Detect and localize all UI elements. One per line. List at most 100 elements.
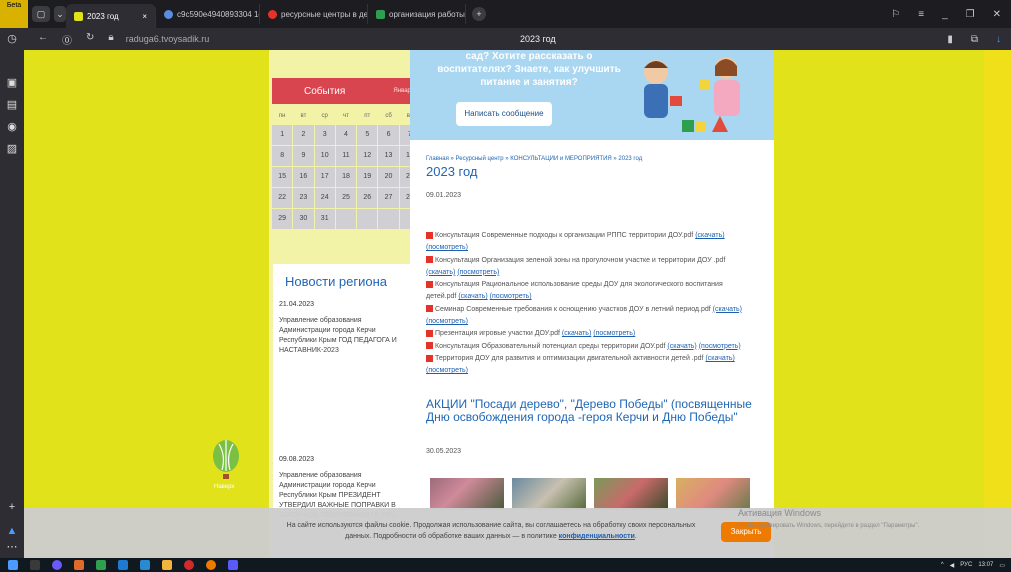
app-icon[interactable]	[52, 560, 62, 570]
notifications-icon[interactable]: ▭	[999, 562, 1005, 569]
calendar-day[interactable]: 16	[293, 167, 314, 187]
tray-arrow-icon[interactable]: ^	[941, 562, 944, 568]
scroll-top-balloon-icon[interactable]	[210, 440, 242, 490]
view-link[interactable]: (посмотреть)	[699, 343, 741, 350]
calendar-day[interactable]: 9	[293, 146, 314, 166]
download-icon[interactable]: ↓	[996, 34, 1001, 45]
calendar-day[interactable]: 10	[314, 146, 335, 166]
speaker-icon[interactable]: ◀	[950, 562, 955, 569]
app-icon[interactable]	[206, 560, 216, 570]
calendar-day[interactable]: 8	[272, 146, 293, 166]
view-link[interactable]: (посмотреть)	[490, 293, 532, 300]
calendar-day[interactable]: 18	[335, 167, 357, 187]
download-link[interactable]: (скачать)	[562, 330, 591, 337]
view-link[interactable]: (посмотреть)	[426, 367, 468, 374]
menu-icon[interactable]: ≡	[918, 9, 924, 20]
app-icon[interactable]	[184, 560, 194, 570]
sidebar-add-icon[interactable]: +	[0, 496, 24, 518]
start-icon[interactable]	[8, 560, 18, 570]
calendar-day[interactable]: 26	[357, 188, 378, 208]
tab-organization[interactable]: организация работы ресу	[368, 4, 466, 24]
calendar-day[interactable]: 24	[314, 188, 335, 208]
calendar-day[interactable]: 6	[378, 125, 399, 145]
scroll-top-label[interactable]: Наверх	[214, 484, 234, 490]
tab-search[interactable]: c9c590e4940893304 1c32a	[156, 4, 260, 24]
view-link[interactable]: (посмотреть)	[426, 318, 468, 325]
minimize-icon[interactable]: _	[942, 9, 948, 20]
download-link[interactable]: (скачать)	[695, 232, 724, 239]
calendar-day[interactable]: 13	[378, 146, 399, 166]
news-text[interactable]: Управление образования Администрации гор…	[273, 308, 419, 356]
close-tab-icon[interactable]: ×	[142, 12, 147, 21]
breadcrumb[interactable]: Главная » Ресурсный центр » КОНСУЛЬТАЦИИ…	[426, 156, 642, 162]
sidebar-app-icon[interactable]: ▣	[0, 72, 24, 94]
calendar-day[interactable]: 20	[378, 167, 399, 187]
pdf-icon	[426, 280, 433, 288]
lang-indicator[interactable]: РУС	[960, 562, 972, 568]
calendar-day[interactable]: 27	[378, 188, 399, 208]
view-link[interactable]: (посмотреть)	[593, 330, 635, 337]
download-link[interactable]: (скачать)	[713, 306, 742, 313]
calendar-day[interactable]: 29	[272, 209, 293, 229]
sidebar-notes-icon[interactable]: ▤	[0, 94, 24, 116]
collections-icon[interactable]: ⚐	[891, 9, 900, 20]
clock[interactable]: 13:07	[978, 562, 993, 569]
photo-thumbnail[interactable]	[512, 478, 586, 510]
taskview-icon[interactable]	[30, 560, 40, 570]
download-link[interactable]: (скачать)	[426, 269, 455, 276]
calendar-day[interactable]: 4	[335, 125, 357, 145]
tab-resource-centers[interactable]: ресурсные центры в детс	[260, 4, 368, 24]
calendar-day[interactable]: 5	[357, 125, 378, 145]
photo-thumbnail[interactable]	[676, 478, 750, 510]
back-icon[interactable]: ←	[38, 32, 48, 47]
news-date: 09.08.2023	[279, 456, 315, 463]
section-heading[interactable]: АКЦИИ "Посади дерево", "Дерево Победы" (…	[426, 398, 756, 424]
calendar-day[interactable]: 1	[272, 125, 293, 145]
reader-icon[interactable]: ⧉	[971, 34, 978, 45]
tabs-menu-button[interactable]: ▢	[32, 6, 50, 22]
download-link[interactable]: (скачать)	[705, 355, 734, 362]
download-link[interactable]: (скачать)	[667, 343, 696, 350]
new-tab-button[interactable]: +	[472, 7, 486, 21]
calendar-day[interactable]: 17	[314, 167, 335, 187]
calendar-day[interactable]: 31	[314, 209, 335, 229]
view-link[interactable]: (посмотреть)	[457, 269, 499, 276]
reload-icon[interactable]: ↻	[86, 32, 94, 47]
system-tray: ^ ◀ РУС 13:07 ▭	[941, 562, 1011, 569]
app-icon[interactable]	[140, 560, 150, 570]
privacy-link[interactable]: конфиденциальности	[559, 533, 635, 540]
children-illustration	[644, 57, 740, 132]
url-field[interactable]: raduga6.tvoysadik.ru	[126, 34, 210, 44]
sidebar-more-icon[interactable]: ⋯	[0, 536, 24, 558]
tab-2023[interactable]: 2023 год ×	[66, 4, 156, 28]
photo-thumbnail[interactable]	[430, 478, 504, 510]
calendar-day[interactable]: 2	[293, 125, 314, 145]
app-icon[interactable]	[162, 560, 172, 570]
close-window-icon[interactable]: ✕	[993, 9, 1001, 20]
photo-thumbnail[interactable]	[594, 478, 668, 510]
calendar-day[interactable]: 19	[357, 167, 378, 187]
download-link[interactable]: (скачать)	[458, 293, 487, 300]
calendar-day[interactable]: 15	[272, 167, 293, 187]
calendar-day[interactable]: 23	[293, 188, 314, 208]
app-icon[interactable]	[74, 560, 84, 570]
sidebar-play-icon[interactable]: ◉	[0, 116, 24, 138]
clock-icon[interactable]: ◷	[0, 28, 24, 50]
sidebar-screenshot-icon[interactable]: ▨	[0, 138, 24, 160]
calendar-day[interactable]: 11	[335, 146, 357, 166]
calendar-day[interactable]: 3	[314, 125, 335, 145]
calendar-day[interactable]: 25	[335, 188, 357, 208]
calendar-day[interactable]: 12	[357, 146, 378, 166]
write-message-button[interactable]: Написать сообщение	[456, 102, 552, 126]
calendar-day[interactable]: 30	[293, 209, 314, 229]
bookmark-icon[interactable]: ▮	[947, 34, 953, 45]
protect-icon[interactable]: ⓪	[62, 32, 72, 47]
app-icon[interactable]	[118, 560, 128, 570]
restore-icon[interactable]: ❐	[966, 9, 975, 20]
view-link[interactable]: (посмотреть)	[426, 244, 468, 251]
calendar-day[interactable]: 22	[272, 188, 293, 208]
tabs-dropdown-icon[interactable]: ⌄	[54, 6, 66, 22]
app-icon[interactable]	[96, 560, 106, 570]
yandex-button[interactable]: Бeta	[0, 0, 28, 28]
app-icon[interactable]	[228, 560, 238, 570]
